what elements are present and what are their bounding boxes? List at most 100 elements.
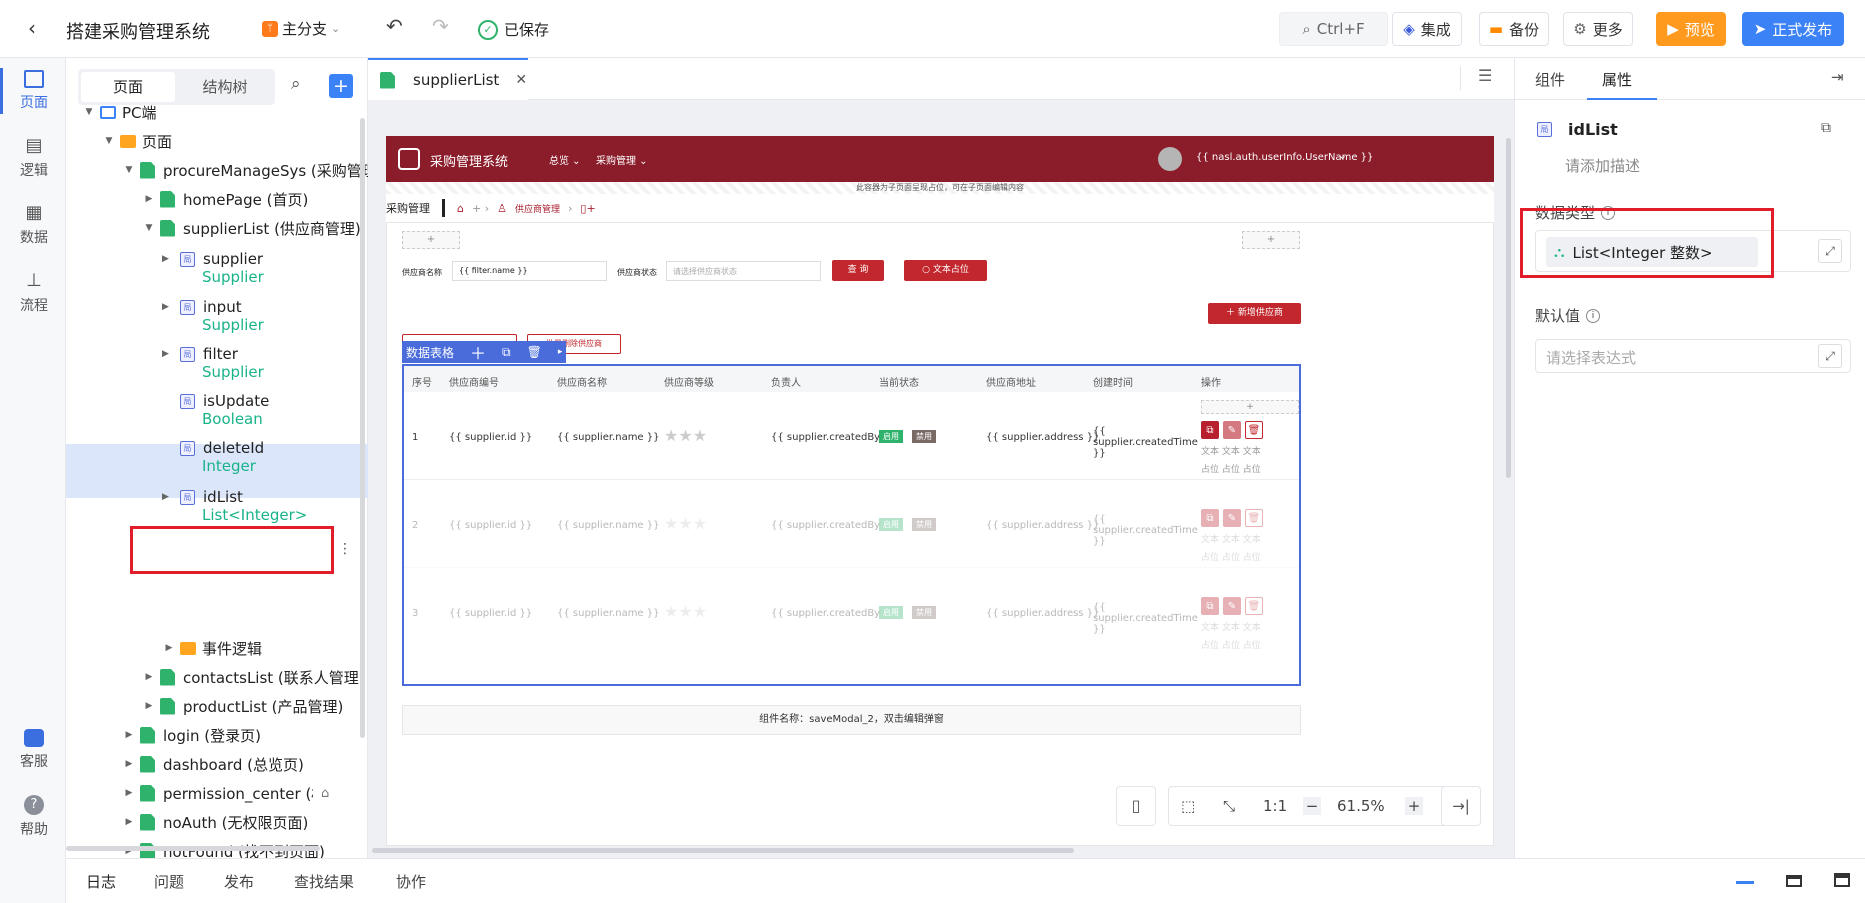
- search-button[interactable]: ⌕ Ctrl+F: [1279, 12, 1388, 46]
- slot-placeholder[interactable]: +: [1242, 231, 1300, 249]
- tree-node-noauth[interactable]: ▶ noAuth (无权限页面): [122, 807, 308, 837]
- copy-icon[interactable]: ⧉: [502, 345, 511, 360]
- canvas-h-scrollbar[interactable]: [372, 848, 1074, 853]
- list-icon[interactable]: ☰: [1478, 66, 1492, 85]
- redo-icon[interactable]: ↷: [432, 14, 449, 38]
- slot-placeholder[interactable]: +: [1201, 400, 1299, 414]
- modal-placeholder[interactable]: 组件名称：saveModal_2，双击编辑弹窗: [402, 705, 1301, 735]
- more-vertical-icon[interactable]: ⋮: [338, 541, 352, 557]
- default-value-input[interactable]: 请选择表达式 ⤢: [1535, 339, 1851, 373]
- tab-collaboration[interactable]: 协作: [396, 871, 426, 892]
- trash-icon[interactable]: 🗑: [1245, 509, 1263, 527]
- edit-icon[interactable]: ✎: [1223, 421, 1241, 439]
- delete-icon[interactable]: 🗑: [527, 345, 542, 359]
- rail-item-chat[interactable]: 客服: [6, 721, 62, 779]
- undo-icon[interactable]: ↶: [386, 14, 403, 38]
- edit-icon[interactable]: ✎: [1223, 509, 1241, 527]
- layout-full-icon[interactable]: [1834, 873, 1850, 887]
- star-rating-icon[interactable]: ★★★: [664, 514, 707, 533]
- view-icon[interactable]: ⧉: [1201, 597, 1219, 615]
- add-icon[interactable]: ＋: [470, 340, 486, 364]
- avatar[interactable]: [1158, 147, 1182, 171]
- star-rating-icon[interactable]: ★★★: [664, 426, 707, 445]
- tree-node-login[interactable]: ▶ login (登录页): [122, 720, 261, 750]
- layout-half-icon[interactable]: [1786, 875, 1802, 887]
- device-toggle-icon[interactable]: ▯: [1116, 786, 1156, 826]
- tree-var-isupdate[interactable]: 局 isUpdate Boolean: [162, 392, 269, 428]
- rail-item-flow[interactable]: ⊥ 流程: [6, 263, 62, 321]
- layout-bottom-icon[interactable]: [1736, 881, 1754, 884]
- publish-button[interactable]: ➤ 正式发布: [1742, 12, 1844, 46]
- zoom-out-button[interactable]: −: [1303, 797, 1321, 815]
- expand-icon[interactable]: ⤢: [1818, 239, 1842, 263]
- tree-node-contacts[interactable]: ▶ contactsList (联系人管理): [142, 662, 365, 692]
- tree-var-supplier[interactable]: ▶ 局 supplier Supplier: [162, 250, 264, 286]
- tree-var-idlist[interactable]: ▶ 局 idList List<Integer>: [162, 488, 307, 524]
- tab-supplierlist[interactable]: supplierList ✕: [368, 58, 528, 100]
- chevron-down-icon[interactable]: ⌄: [1338, 149, 1347, 162]
- table-row[interactable]: 1 {{ supplier.id }} {{ supplier.name }} …: [404, 392, 1299, 480]
- home-icon[interactable]: ⌂: [457, 202, 464, 215]
- description-input[interactable]: 请添加描述: [1565, 155, 1640, 176]
- collapse-right-icon[interactable]: →|: [1441, 786, 1481, 826]
- rail-item-help[interactable]: ? 帮助: [6, 788, 62, 846]
- tab-publish[interactable]: 发布: [224, 871, 254, 892]
- arrow-right-icon[interactable]: ▸: [558, 347, 563, 357]
- tree-var-filter[interactable]: ▶ 局 filter Supplier: [162, 345, 264, 381]
- filter-select-status[interactable]: 请选择供应商状态: [666, 261, 821, 281]
- tab-structure[interactable]: 结构树: [178, 72, 272, 102]
- tree-node-product[interactable]: ▶ productList (产品管理): [142, 691, 343, 721]
- ratio-button[interactable]: 1:1: [1263, 797, 1287, 815]
- preview-button[interactable]: ▶ 预览: [1656, 12, 1726, 46]
- expand-icon[interactable]: ⤢: [1818, 344, 1842, 368]
- trash-icon[interactable]: 🗑: [1245, 421, 1263, 439]
- tab-properties[interactable]: 属性: [1602, 69, 1632, 90]
- rail-item-data[interactable]: ▦ 数据: [6, 195, 62, 253]
- zoom-in-button[interactable]: +: [1405, 797, 1423, 815]
- tab-search-results[interactable]: 查找结果: [294, 871, 354, 892]
- tree-node-supplierlist[interactable]: ▼ supplierList (供应商管理): [142, 213, 361, 243]
- tab-components[interactable]: 组件: [1535, 69, 1565, 90]
- tab-log[interactable]: 日志: [86, 871, 116, 892]
- nav-overview[interactable]: 总览 ⌄: [549, 152, 581, 167]
- text-placeholder-button[interactable]: ○ 文本占位: [904, 260, 987, 281]
- fit-icon[interactable]: ⤡: [1223, 797, 1235, 815]
- canvas-v-scrollbar[interactable]: [1506, 138, 1511, 478]
- tree-node-permission[interactable]: ▶ permission_center (权限 ⌂: [122, 778, 368, 808]
- tree-node-dashboard[interactable]: ▶ dashboard (总览页): [122, 749, 304, 779]
- tab-issues[interactable]: 问题: [154, 871, 184, 892]
- crumb-item[interactable]: 供应商管理: [515, 202, 560, 215]
- close-icon[interactable]: ✕: [515, 72, 527, 88]
- backup-button[interactable]: ▬ 备份: [1479, 12, 1549, 46]
- copy-icon[interactable]: ⧉: [1821, 120, 1831, 136]
- table-row[interactable]: 3 {{ supplier.id }} {{ supplier.name }} …: [404, 568, 1299, 656]
- tree-var-input[interactable]: ▶ 局 input Supplier: [162, 298, 264, 334]
- edit-icon[interactable]: ✎: [1223, 597, 1241, 615]
- slot-placeholder[interactable]: +: [402, 231, 460, 249]
- tree-scrollbar[interactable]: [360, 118, 365, 738]
- select-icon[interactable]: ⬚: [1181, 797, 1195, 815]
- nav-procure[interactable]: 采购管理 ⌄: [596, 152, 648, 167]
- tree-h-scrollbar[interactable]: [66, 846, 320, 851]
- tree-node-procure[interactable]: ▼ procureManageSys (采购管理: [122, 155, 377, 185]
- filter-input-name[interactable]: {{ filter.name }}: [452, 261, 607, 281]
- star-rating-icon[interactable]: ★★★: [664, 602, 707, 621]
- view-icon[interactable]: ⧉: [1201, 421, 1219, 439]
- more-button[interactable]: ⚙ 更多: [1563, 12, 1633, 46]
- integrate-button[interactable]: ◈ 集成: [1392, 12, 1462, 46]
- tree-var-deleteid[interactable]: 局 deleteId Integer: [162, 439, 264, 475]
- collapse-panel-icon[interactable]: ⇥: [1831, 68, 1844, 86]
- add-page-button[interactable]: +: [329, 74, 353, 98]
- rail-item-logic[interactable]: ▤ 逻辑: [6, 128, 62, 186]
- query-button[interactable]: 查 询: [832, 260, 884, 281]
- view-icon[interactable]: ⧉: [1201, 509, 1219, 527]
- rail-item-page[interactable]: 页面: [6, 62, 62, 120]
- tree-node-pages[interactable]: ▼ 页面: [102, 126, 172, 156]
- search-icon[interactable]: ⌕: [291, 74, 301, 94]
- trash-icon[interactable]: 🗑: [1245, 597, 1263, 615]
- tree-node-events[interactable]: ▶ 事件逻辑: [162, 633, 262, 663]
- back-icon[interactable]: ‹: [28, 16, 36, 40]
- tree-node-pc[interactable]: ▼ PC端: [82, 97, 157, 127]
- table-row[interactable]: 2 {{ supplier.id }} {{ supplier.name }} …: [404, 480, 1299, 568]
- branch-selector[interactable]: ᛘ 主分支 ⌄: [262, 18, 340, 39]
